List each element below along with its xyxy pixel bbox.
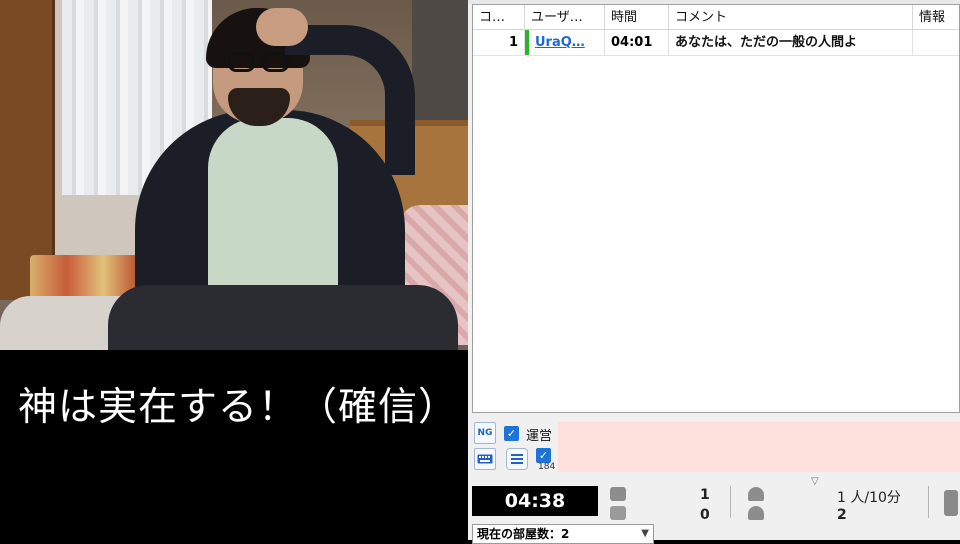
comment-number: 1	[473, 30, 525, 55]
comment-count-top: 1	[700, 487, 710, 503]
unei-checkbox[interactable]: ✓	[504, 426, 519, 441]
comment-user-link[interactable]: UraQ…	[525, 30, 605, 55]
ng-filter-icon[interactable]: NG	[474, 422, 496, 444]
header-user[interactable]: ユーザ…	[525, 5, 605, 30]
divider	[928, 486, 929, 518]
speaker-icon[interactable]	[944, 490, 958, 516]
room-count-select[interactable]: 現在の部屋数：2 ▼	[472, 524, 654, 544]
collapse-triangle-icon[interactable]: ▽	[811, 476, 819, 487]
comment-input[interactable]	[558, 422, 960, 472]
person-arm	[285, 25, 415, 175]
header-time[interactable]: 時間	[605, 5, 669, 30]
comment-panel: コ… ユーザ… 時間 コメント 情報 1 UraQ… 04:01 あなたは、ただ…	[468, 0, 960, 544]
comment-info	[913, 30, 959, 55]
comment-time: 04:01	[605, 30, 669, 55]
header-info[interactable]: 情報	[913, 5, 959, 30]
room-count-label: 現在の部屋数：2	[477, 527, 570, 541]
header-comment[interactable]: コメント	[669, 5, 913, 30]
keyboard-icon[interactable]	[474, 448, 496, 470]
divider	[730, 486, 731, 518]
unei-label: 運営	[526, 429, 553, 444]
comment-grid[interactable]: コ… ユーザ… 時間 コメント 情報 1 UraQ… 04:01 あなたは、ただ…	[472, 4, 960, 413]
chevron-down-icon: ▼	[641, 528, 649, 539]
webcam-video	[0, 0, 468, 350]
viewer-total-icon	[748, 506, 764, 520]
viewers-total: 2	[837, 507, 847, 523]
person-hand	[256, 8, 308, 46]
anonymous-184-checkbox[interactable]: ✓	[536, 448, 551, 463]
elapsed-clock: 04:38	[472, 486, 598, 516]
post-area: NG ✓ 運営 ✓ 184	[472, 420, 960, 472]
comment-text: あなたは、ただの一般の人間よ	[669, 30, 913, 55]
viewer-icon	[748, 487, 764, 501]
person-legs	[108, 285, 458, 350]
comment-bubble-icon	[610, 487, 626, 501]
shelf	[412, 0, 468, 120]
status-bar: ▽ 04:38 1 0 1 人/10分 2 現在の部屋数：2 ▼	[468, 476, 960, 544]
caption-text: 神は実在する！（確信）	[18, 385, 459, 430]
comment-row[interactable]: 1 UraQ… 04:01 あなたは、ただの一般の人間よ	[473, 30, 959, 56]
viewers-per-10min: 1 人/10分	[837, 490, 901, 506]
header-number[interactable]: コ…	[473, 5, 525, 30]
comment-stack-icon	[610, 506, 626, 520]
list-icon[interactable]	[506, 448, 528, 470]
person-glasses	[228, 52, 292, 74]
anonymous-184-label: 184	[538, 462, 556, 472]
comment-count-bottom: 0	[700, 507, 710, 523]
